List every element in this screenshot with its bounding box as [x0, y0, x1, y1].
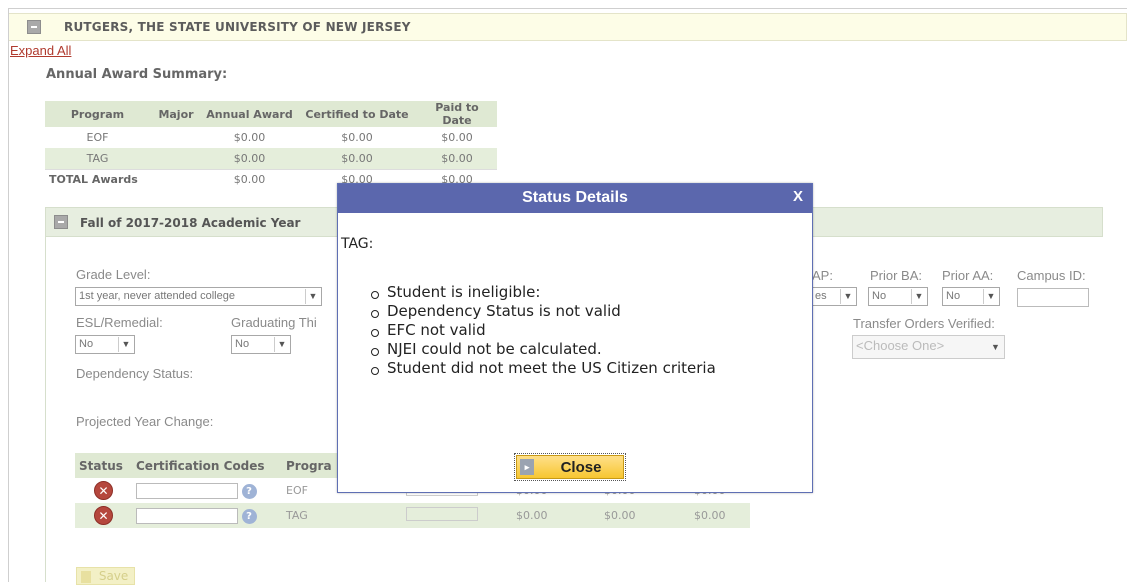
transfer-orders-label: Transfer Orders Verified: [853, 316, 995, 331]
graduating-label: Graduating Thi [231, 315, 317, 330]
collapse-icon[interactable] [27, 20, 41, 34]
status-details-dialog: Status Details X TAG: Student is ineligi… [337, 183, 813, 493]
certification-code-input[interactable] [136, 507, 238, 524]
close-button-label: Close [560, 459, 602, 476]
cell-annual: $0.00 [202, 168, 297, 190]
campus-id-input[interactable] [1017, 288, 1089, 307]
column-header: Major [150, 101, 202, 127]
amount-cell [392, 503, 512, 528]
cell-program: EOF [86, 131, 109, 144]
close-button-icon: ▸ [520, 459, 534, 475]
chevron-down-icon: ▼ [305, 289, 320, 304]
cell-annual: $0.00 [233, 131, 266, 144]
institution-header[interactable]: RUTGERS, THE STATE UNIVERSITY OF NEW JER… [9, 13, 1127, 41]
chevron-down-icon: ▼ [274, 337, 289, 352]
dialog-program: TAG: [341, 236, 374, 252]
column-header: Paid to Date [417, 101, 497, 127]
certification-code-input[interactable] [136, 482, 238, 499]
table-row: ✕ ? TAG $0.00 $0.00 $0.00 [75, 503, 750, 528]
list-item: NJEI could not be calculated. [368, 340, 748, 359]
institution-title: RUTGERS, THE STATE UNIVERSITY OF NEW JER… [64, 20, 411, 34]
term-title: Fall of 2017-2018 Academic Year [80, 216, 301, 230]
prior-ba-label: Prior BA: [870, 268, 923, 283]
status-reason-list: Student is ineligible: Dependency Status… [368, 283, 748, 378]
cell-paid: $0.00 [417, 148, 497, 169]
codes-cell: ? [132, 478, 282, 503]
graduating-select[interactable]: No ▼ [231, 335, 291, 354]
chevron-down-icon: ▼ [840, 289, 855, 304]
collapse-icon[interactable] [54, 215, 68, 229]
prior-ba-select[interactable]: No ▼ [868, 287, 928, 306]
save-icon [81, 570, 91, 583]
table-header-row: Program Major Annual Award Certified to … [45, 101, 497, 127]
campus-id-label: Campus ID: [1017, 268, 1086, 283]
column-header: Annual Award [202, 101, 297, 127]
esl-label: ESL/Remedial: [76, 315, 163, 330]
cell-major [150, 127, 202, 148]
expand-all-link[interactable]: Expand All [10, 43, 71, 58]
amount-input[interactable] [406, 507, 478, 521]
grade-level-label: Grade Level: [76, 267, 151, 282]
status-cell[interactable]: ✕ [75, 478, 132, 503]
chevron-down-icon: ▼ [118, 337, 133, 352]
cell-major [150, 168, 202, 190]
list-item: EFC not valid [368, 321, 748, 340]
cell-major [150, 148, 202, 169]
cell-paid: $0.00 [441, 131, 473, 144]
table-row: EOF $0.00 $0.00 $0.00 [45, 127, 497, 148]
column-header: Certification Codes [132, 453, 282, 478]
ap-label: AP: [812, 268, 833, 283]
table-row: TAG $0.00 $0.00 $0.00 [45, 148, 497, 169]
dependency-label: Dependency Status: [76, 366, 194, 381]
list-item: Student did not meet the US Citizen crit… [368, 359, 748, 378]
select-value: No [946, 290, 961, 302]
select-value: 1st year, never attended college [79, 290, 235, 302]
chevron-down-icon: ▼ [983, 289, 998, 304]
ineligible-status-icon[interactable]: ✕ [94, 481, 113, 500]
cell-value: $0.00 [512, 503, 600, 528]
codes-cell: ? [132, 503, 282, 528]
prior-aa-label: Prior AA: [942, 268, 994, 283]
column-header: Certified to Date [297, 101, 417, 127]
dialog-title: Status Details [522, 189, 628, 206]
esl-select[interactable]: No ▼ [75, 335, 135, 354]
transfer-orders-select[interactable]: <Choose One> ▼ [852, 335, 1005, 359]
projected-year-label: Projected Year Change: [76, 414, 214, 429]
chevron-down-icon: ▼ [991, 342, 1000, 352]
list-item: Student is ineligible: [368, 283, 748, 302]
help-icon[interactable]: ? [241, 508, 257, 524]
list-item: Dependency Status is not valid [368, 302, 748, 321]
help-icon[interactable]: ? [241, 483, 257, 499]
cell-program: TAG [45, 148, 150, 169]
chevron-down-icon: ▼ [911, 289, 926, 304]
column-header: Program [45, 101, 150, 127]
close-button[interactable]: ▸ Close [514, 453, 626, 481]
cell-annual: $0.00 [202, 148, 297, 169]
select-value: <Choose One> [856, 338, 945, 353]
ap-select[interactable]: es ▼ [812, 287, 857, 306]
grade-level-select[interactable]: 1st year, never attended college ▼ [75, 287, 322, 306]
cell-value: $0.00 [690, 503, 750, 528]
summary-title: Annual Award Summary: [46, 67, 228, 82]
close-icon[interactable]: X [793, 188, 803, 205]
select-value: No [79, 338, 94, 350]
status-cell[interactable]: ✕ [75, 503, 132, 528]
select-value: No [235, 338, 250, 350]
ineligible-status-icon[interactable]: ✕ [94, 506, 113, 525]
prior-aa-select[interactable]: No ▼ [942, 287, 1000, 306]
save-button[interactable]: Save [76, 567, 136, 585]
award-summary-table: Program Major Annual Award Certified to … [45, 101, 497, 190]
cell-program: TOTAL Awards [45, 168, 150, 190]
select-value: es [815, 290, 827, 302]
cell-certified: $0.00 [297, 148, 417, 169]
select-value: No [872, 290, 887, 302]
save-label: Save [98, 569, 129, 583]
dialog-titlebar[interactable]: Status Details X [338, 184, 812, 213]
cell-certified: $0.00 [341, 131, 373, 144]
cell-program: TAG [282, 503, 392, 528]
cell-value: $0.00 [600, 503, 690, 528]
column-header: Status [75, 453, 132, 478]
